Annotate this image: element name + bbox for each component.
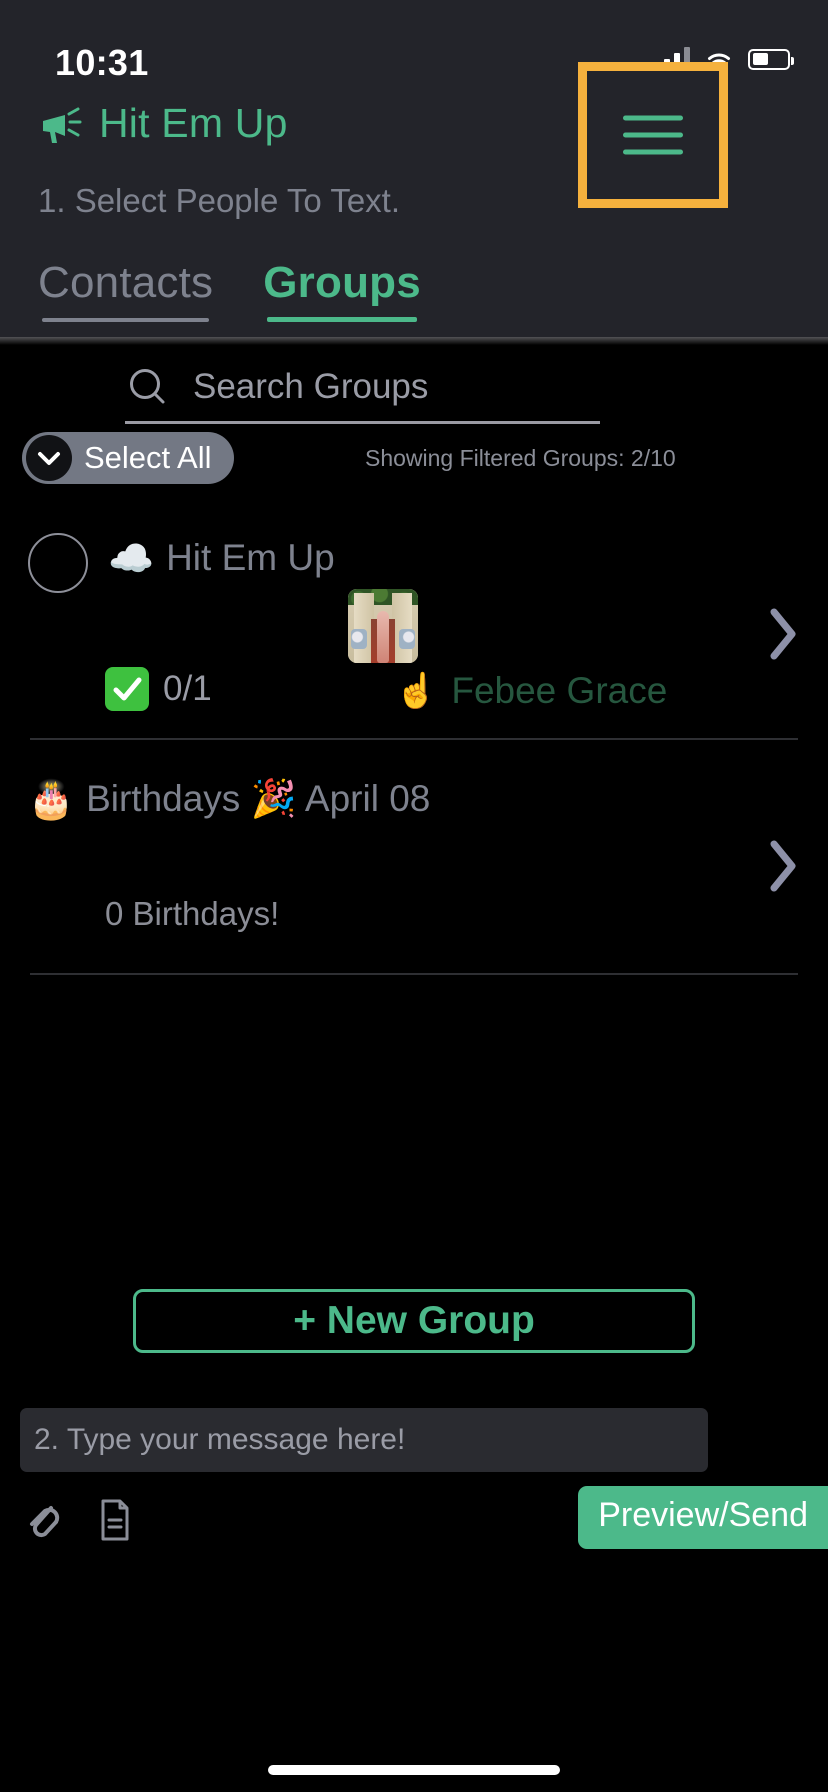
message-input-placeholder: 2. Type your message here!	[34, 1423, 406, 1456]
group-list-item[interactable]: ☁️ Hit Em Up 0/1 ☝️ Febee Grace	[0, 515, 828, 740]
tab-contacts-label: Contacts	[38, 258, 214, 307]
battery-icon	[748, 48, 794, 70]
document-icon[interactable]	[98, 1498, 132, 1542]
group-select-checkbox[interactable]	[28, 533, 88, 593]
chevron-right-icon	[770, 608, 796, 660]
cloud-icon: ☁️	[108, 537, 155, 579]
megaphone-icon	[38, 101, 84, 147]
hamburger-menu-button[interactable]	[578, 62, 728, 208]
message-input[interactable]: 2. Type your message here!	[20, 1408, 708, 1472]
group-selected-count: 0/1	[163, 669, 212, 708]
birthday-cake-icon: 🎂	[28, 779, 75, 820]
group-list: ☁️ Hit Em Up 0/1 ☝️ Febee Grace 🎂 Birthd…	[0, 515, 828, 975]
select-all-button[interactable]: Select All	[22, 432, 234, 484]
group-name-label: Hit Em Up	[166, 537, 335, 578]
pointing-up-icon: ☝️	[395, 672, 438, 710]
tab-groups[interactable]: Groups	[263, 258, 421, 322]
search-placeholder: Search Groups	[193, 366, 429, 406]
list-divider	[30, 973, 798, 975]
step-instruction-label: 1. Select People To Text.	[38, 182, 401, 219]
page-title: Hit Em Up	[99, 100, 288, 146]
select-all-label: Select All	[84, 440, 212, 475]
chevron-right-icon	[770, 840, 796, 892]
chevron-down-icon	[26, 435, 72, 481]
group-title: 🎂 Birthdays 🎉 April 08	[28, 778, 430, 821]
tab-groups-underline	[267, 317, 417, 322]
status-bar-clock: 10:31	[55, 42, 149, 83]
group-name-label: Birthdays 🎉 April 08	[86, 778, 431, 819]
app-branding: Hit Em Up	[38, 100, 288, 147]
bottom-toolbar: Preview/Send	[0, 1486, 828, 1566]
tab-bar: Contacts Groups	[38, 258, 421, 322]
group-title: ☁️ Hit Em Up	[108, 537, 335, 579]
group-empty-note: 0 Birthdays!	[105, 895, 280, 932]
app-header: 10:31 Hit Em Up 1. Select People To Text…	[0, 0, 828, 337]
app-screen: 10:31 Hit Em Up 1. Select People To Text…	[0, 0, 828, 1792]
group-open-chevron[interactable]	[762, 830, 806, 902]
tab-contacts-underline	[42, 318, 210, 322]
filter-status-label: Showing Filtered Groups: 2/10	[365, 445, 676, 471]
group-open-chevron[interactable]	[762, 598, 806, 670]
group-progress: 0/1	[105, 667, 212, 711]
new-group-button[interactable]: + New Group	[133, 1289, 695, 1353]
green-check-icon	[105, 667, 149, 711]
tab-groups-label: Groups	[263, 258, 421, 307]
paperclip-icon[interactable]	[22, 1496, 62, 1544]
hamburger-menu-icon	[623, 115, 683, 155]
preview-send-button[interactable]: Preview/Send	[578, 1486, 828, 1549]
group-member-name: Febee Grace	[451, 670, 668, 711]
preview-send-label: Preview/Send	[598, 1496, 808, 1534]
search-input[interactable]: Search Groups	[125, 352, 600, 424]
tab-contacts[interactable]: Contacts	[38, 258, 213, 322]
group-member: ☝️ Febee Grace	[395, 670, 667, 712]
new-group-label: + New Group	[293, 1299, 535, 1342]
group-thumbnail-image	[348, 589, 418, 663]
group-list-item[interactable]: 🎂 Birthdays 🎉 April 08 0 Birthdays!	[0, 740, 828, 975]
home-indicator	[268, 1765, 560, 1775]
search-icon	[125, 364, 171, 410]
header-divider	[0, 337, 828, 345]
